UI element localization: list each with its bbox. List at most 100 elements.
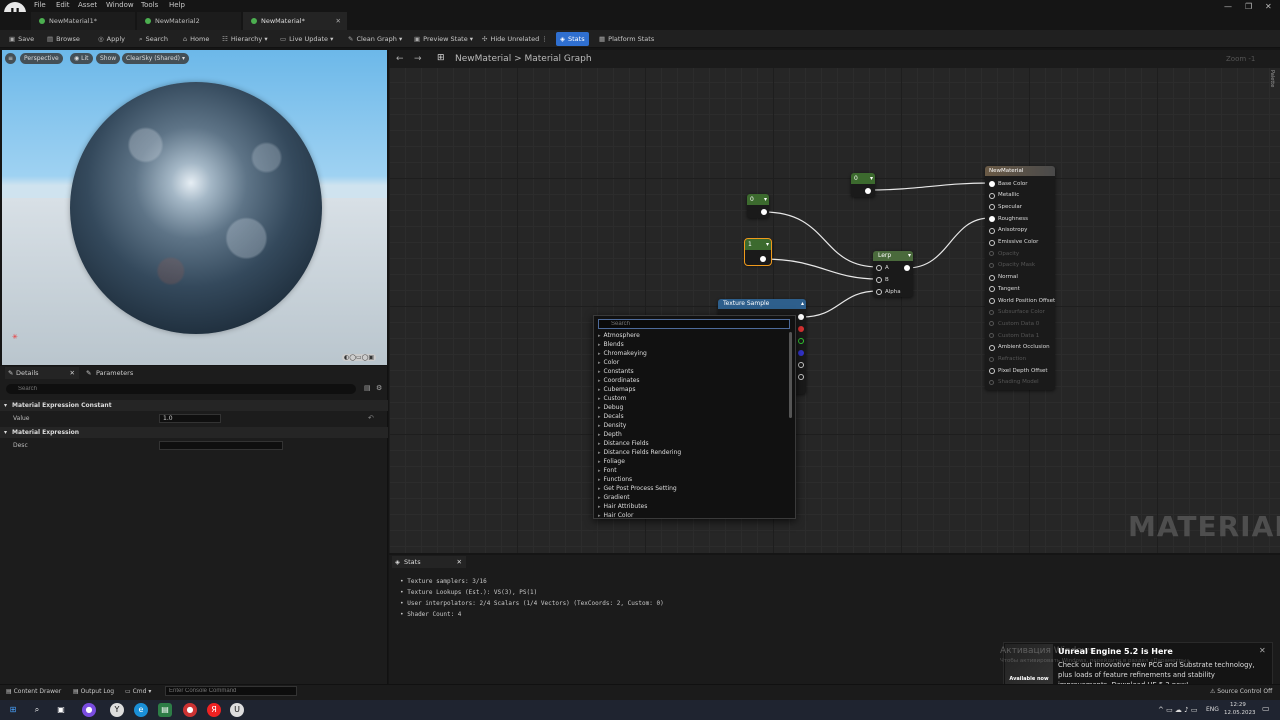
lit-button[interactable]: ◉ Lit	[70, 53, 93, 64]
material-graph-canvas[interactable]	[389, 50, 1280, 553]
menu-category-item[interactable]: ▸ Decals	[598, 413, 624, 420]
menu-category-item[interactable]: ▸ Gradient	[598, 494, 630, 501]
sky-dropdown[interactable]: ClearSky (Shared) ▾	[122, 53, 189, 64]
material-input-pin[interactable]	[989, 204, 995, 211]
constant-node[interactable]: 0 ▾	[747, 194, 769, 218]
menu-category-item[interactable]: ▸ Atmosphere	[598, 332, 640, 339]
source-control-status[interactable]: ⚠ Source Control Off	[1210, 688, 1272, 695]
save-button[interactable]: ▣ Save	[9, 30, 34, 48]
preview-viewport[interactable]: ≡ Perspective ◉ Lit Show ClearSky (Share…	[2, 50, 387, 365]
output-pin[interactable]	[760, 256, 766, 262]
tab-newmaterial1[interactable]: NewMaterial1*	[31, 12, 135, 30]
forward-arrow-icon[interactable]: →	[414, 54, 422, 64]
close-tab-icon[interactable]: ✕	[457, 556, 462, 568]
material-input-pin[interactable]	[989, 227, 995, 234]
menu-category-item[interactable]: ▸ Density	[598, 422, 626, 429]
material-result-node[interactable]: NewMaterial Base Color Metallic Specular Ro…	[985, 166, 1055, 390]
menu-help[interactable]: Help	[169, 1, 185, 9]
perspective-button[interactable]: Perspective	[20, 53, 63, 64]
menu-category-item[interactable]: ▸ Cubemaps	[598, 386, 635, 393]
windows-start-icon[interactable]: ⊞	[6, 703, 20, 717]
stats-button[interactable]: ◈ Stats	[556, 32, 589, 46]
menu-category-item[interactable]: ▸ Distance Fields	[598, 440, 649, 447]
section-material-expression-constant[interactable]: ▾ Material Expression Constant	[0, 400, 388, 411]
chevron-down-icon[interactable]: ▾	[870, 173, 873, 184]
close-tab-icon[interactable]: ✕	[336, 12, 341, 30]
menu-category-item[interactable]: ▸ Font	[598, 467, 617, 474]
clock-time[interactable]: 12:29	[1230, 702, 1246, 708]
chevron-down-icon[interactable]: ▾	[764, 194, 767, 205]
output-pin[interactable]	[865, 188, 871, 194]
material-input-pin[interactable]	[989, 262, 994, 268]
tray-icons[interactable]: ^ ▭ ☁ ♪ ▭	[1158, 706, 1197, 714]
desc-field[interactable]	[159, 441, 283, 450]
menu-category-item[interactable]: ▸ Blends	[598, 341, 624, 348]
task-view-icon[interactable]: ▣	[54, 703, 68, 717]
apply-button[interactable]: ◎ Apply	[98, 30, 125, 48]
clock-date[interactable]: 12.05.2023	[1224, 710, 1256, 716]
reset-icon[interactable]: ↶	[368, 414, 374, 422]
edge-icon[interactable]: e	[134, 703, 148, 717]
menu-scrollbar[interactable]	[789, 332, 792, 418]
app-icon[interactable]: ●	[183, 703, 197, 717]
breadcrumb-root[interactable]: NewMaterial	[455, 54, 511, 64]
output-pin[interactable]	[761, 209, 767, 215]
menu-category-item[interactable]: ▸ Depth	[598, 431, 622, 438]
lerp-input-pin-a[interactable]	[876, 265, 882, 271]
menu-window[interactable]: Window	[106, 1, 134, 9]
menu-category-item[interactable]: ▸ Hair Color	[598, 512, 633, 519]
menu-edit[interactable]: Edit	[56, 1, 70, 9]
red-output-pin[interactable]	[798, 326, 804, 332]
lerp-node[interactable]: Lerp ▾ A B Alpha	[873, 251, 913, 297]
material-input-pin[interactable]	[989, 216, 995, 223]
menu-category-item[interactable]: ▸ Foliage	[598, 458, 625, 465]
menu-file[interactable]: File	[34, 1, 46, 9]
menu-tools[interactable]: Tools	[141, 1, 158, 9]
rgba-output-pin[interactable]	[798, 374, 804, 380]
tab-newmaterial[interactable]: NewMaterial* ✕	[243, 12, 347, 30]
content-drawer-button[interactable]: ▤ Content Drawer	[6, 688, 61, 695]
app-icon[interactable]: ●	[82, 703, 96, 717]
lerp-input-pin-alpha[interactable]	[876, 289, 882, 295]
hierarchy-button[interactable]: ☷ Hierarchy ▾	[222, 30, 268, 48]
browse-button[interactable]: ▤ Browse	[47, 30, 80, 48]
preview-shape-icons[interactable]: ◐◯▭◯▣	[342, 354, 377, 361]
green-output-pin[interactable]	[798, 338, 804, 344]
gear-icon[interactable]: ⚙	[376, 384, 382, 392]
alpha-output-pin[interactable]	[798, 362, 804, 368]
material-input-pin[interactable]	[989, 298, 995, 304]
home-button[interactable]: ⌂ Home	[183, 30, 209, 48]
blue-output-pin[interactable]	[798, 350, 804, 356]
menu-category-item[interactable]: ▸ Coordinates	[598, 377, 640, 384]
palette-tab[interactable]: Palette	[1269, 70, 1275, 87]
show-button[interactable]: Show	[96, 53, 121, 64]
chevron-down-icon[interactable]: ▾	[766, 239, 769, 250]
search-icon[interactable]: ⌕	[30, 703, 44, 717]
yandex-icon[interactable]: Я	[207, 703, 221, 717]
menu-category-item[interactable]: ▸ Get Post Process Setting	[598, 485, 677, 492]
preview-state-button[interactable]: ▣ Preview State ▾	[414, 30, 473, 48]
menu-category-item[interactable]: ▸ Color	[598, 359, 619, 366]
constant-node-selected[interactable]: 1 ▾	[744, 238, 772, 266]
material-input-pin[interactable]	[989, 344, 995, 351]
hide-unrelated-button[interactable]: ✣ Hide Unrelated ⋮	[482, 30, 548, 48]
menu-category-item[interactable]: ▸ Chromakeying	[598, 350, 647, 357]
search-button[interactable]: ⌕ Search	[139, 30, 168, 48]
material-input-pin[interactable]	[989, 181, 995, 187]
lerp-input-pin-b[interactable]	[876, 277, 882, 283]
chevron-down-icon[interactable]: ▾	[908, 251, 911, 261]
notifications-icon[interactable]: ▭	[1262, 704, 1270, 713]
table-view-icon[interactable]: ▤	[364, 384, 371, 392]
viewport-menu-icon[interactable]: ≡	[5, 53, 16, 64]
tab-stats[interactable]: ◈ Stats ✕	[392, 556, 466, 568]
maximize-icon[interactable]: ❐	[1245, 2, 1252, 11]
tab-details[interactable]: ✎ Details ✕	[5, 367, 79, 379]
menu-category-item[interactable]: ▸ Debug	[598, 404, 623, 411]
material-input-pin[interactable]	[989, 321, 994, 327]
material-input-pin[interactable]	[989, 379, 994, 385]
material-input-pin[interactable]	[989, 309, 994, 315]
cmd-button[interactable]: ▭ Cmd ▾	[125, 688, 151, 695]
node-search-input[interactable]	[598, 319, 790, 329]
close-notification-icon[interactable]: ✕	[1259, 646, 1266, 655]
details-search-input[interactable]	[6, 384, 356, 394]
